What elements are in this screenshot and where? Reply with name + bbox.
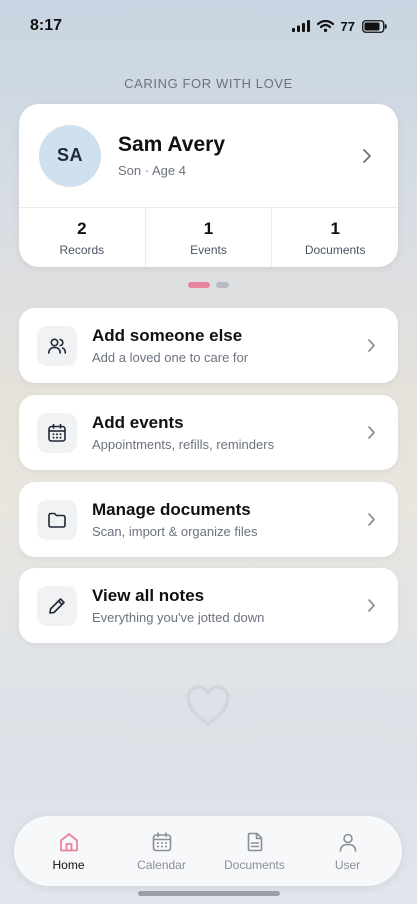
page-dot-active[interactable] bbox=[188, 282, 210, 288]
view-notes-card[interactable]: View all notes Everything you've jotted … bbox=[19, 568, 398, 643]
profile-name: Sam Avery bbox=[118, 133, 226, 156]
status-icons: 77 bbox=[291, 18, 387, 34]
chevron-right-icon bbox=[368, 599, 375, 612]
people-icon bbox=[37, 325, 77, 366]
page-indicator[interactable] bbox=[0, 282, 417, 288]
avatar-initials: SA bbox=[56, 145, 83, 165]
profile-stats: 2 Records 1 Events 1 Documents bbox=[19, 207, 398, 267]
signal-icon bbox=[291, 20, 310, 32]
tab-label: Calendar bbox=[137, 857, 186, 872]
action-text: Manage documents Scan, import & organize… bbox=[92, 500, 367, 539]
tab-home[interactable]: Home bbox=[29, 831, 109, 872]
tab-documents[interactable]: Documents bbox=[215, 831, 295, 872]
profile-card[interactable]: SA Sam Avery Son · Age 4 2 Records 1 Eve… bbox=[19, 104, 398, 267]
action-title: Add someone else bbox=[92, 326, 243, 345]
action-subtitle: Add a loved one to care for bbox=[92, 350, 249, 365]
stat-label: Records bbox=[59, 242, 105, 257]
status-time: 8:17 bbox=[30, 17, 63, 34]
stat-records[interactable]: 2 Records bbox=[19, 208, 146, 267]
action-title: Add events bbox=[92, 413, 184, 432]
action-subtitle: Appointments, refills, reminders bbox=[92, 437, 275, 452]
stat-label: Documents bbox=[304, 242, 366, 257]
user-icon bbox=[339, 833, 356, 852]
stat-events[interactable]: 1 Events bbox=[146, 208, 273, 267]
profile-info: Sam Avery Son · Age 4 bbox=[118, 133, 225, 178]
stat-documents[interactable]: 1 Documents bbox=[272, 208, 398, 267]
tab-user[interactable]: User bbox=[308, 831, 388, 872]
action-text: Add someone else Add a loved one to care… bbox=[92, 326, 367, 365]
pencil-icon bbox=[37, 585, 77, 626]
action-subtitle: Scan, import & organize files bbox=[92, 524, 258, 539]
stat-value: 1 bbox=[330, 218, 340, 238]
action-text: View all notes Everything you've jotted … bbox=[92, 586, 367, 625]
stat-label: Events bbox=[190, 242, 227, 257]
battery-level: 77 bbox=[340, 18, 355, 34]
folder-icon bbox=[37, 499, 77, 540]
action-subtitle: Everything you've jotted down bbox=[92, 610, 265, 625]
chevron-right-icon bbox=[368, 426, 375, 439]
page-dot-inactive[interactable] bbox=[216, 282, 229, 288]
home-indicator[interactable] bbox=[138, 891, 280, 896]
document-icon bbox=[247, 832, 262, 851]
chevron-right-icon[interactable] bbox=[362, 148, 372, 164]
home-icon bbox=[59, 832, 78, 851]
manage-documents-card[interactable]: Manage documents Scan, import & organize… bbox=[19, 482, 398, 557]
calendar-icon bbox=[37, 412, 77, 453]
tab-label: Documents bbox=[224, 857, 285, 872]
profile-subtitle: Son · Age 4 bbox=[118, 163, 186, 178]
heart-icon bbox=[186, 685, 230, 726]
chevron-right-icon bbox=[368, 339, 375, 352]
caring-caption: CARING FOR WITH LOVE bbox=[124, 76, 293, 91]
stat-value: 2 bbox=[77, 218, 87, 238]
battery-icon bbox=[362, 19, 387, 33]
action-title: View all notes bbox=[92, 586, 205, 605]
tab-label: Home bbox=[52, 857, 85, 872]
add-someone-card[interactable]: Add someone else Add a loved one to care… bbox=[19, 308, 398, 383]
action-title: Manage documents bbox=[92, 500, 251, 519]
tab-calendar[interactable]: Calendar bbox=[122, 831, 202, 872]
tab-bar: Home Calendar Documents User bbox=[14, 816, 402, 886]
action-text: Add events Appointments, refills, remind… bbox=[92, 413, 367, 452]
calendar-icon bbox=[152, 831, 171, 851]
stat-value: 1 bbox=[203, 218, 214, 238]
chevron-right-icon bbox=[368, 513, 375, 526]
avatar: SA bbox=[39, 124, 101, 187]
status-bar: 8:17 77 bbox=[0, 0, 417, 52]
wifi-icon bbox=[316, 20, 334, 32]
tab-label: User bbox=[334, 857, 361, 872]
add-events-card[interactable]: Add events Appointments, refills, remind… bbox=[19, 395, 398, 470]
profile-header[interactable]: SA Sam Avery Son · Age 4 bbox=[19, 104, 398, 207]
